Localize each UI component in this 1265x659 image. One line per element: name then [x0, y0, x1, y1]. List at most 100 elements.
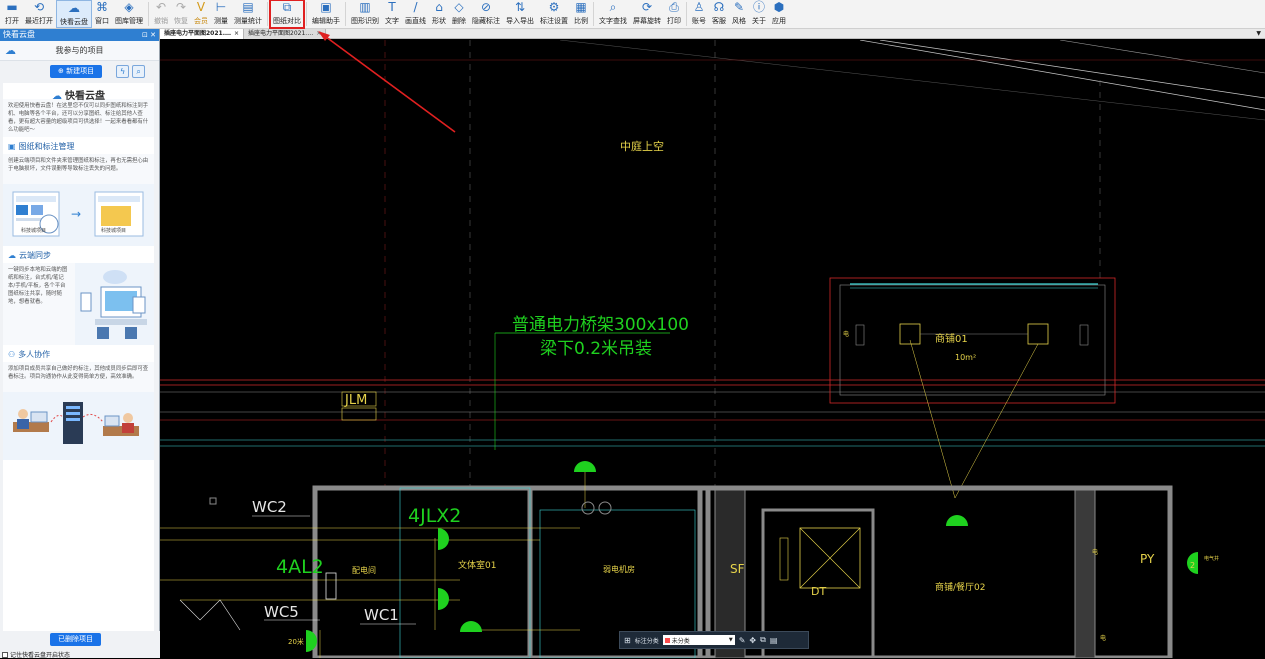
project-header: ☁ 我参与的项目 [0, 41, 159, 61]
panel-footer: 已删除项目 记住快看云盘开启状态 [0, 631, 160, 659]
collaboration-icon: ⚇ [8, 350, 16, 359]
chevron-down-icon: ▼ [728, 637, 733, 643]
illustration-svg: 科技城项目 → 科技城项目 [12, 191, 144, 237]
section-heading: 云端同步 [19, 251, 51, 260]
move-icon[interactable]: ✥ [749, 636, 756, 645]
svg-text:→: → [71, 207, 81, 221]
toolbar-button-edit-assistant[interactable]: ▣ 编辑助手 [309, 0, 343, 28]
panel-window-controls[interactable]: ⊡ ✕ [142, 29, 156, 41]
hide-annotation-icon: ⊘ [480, 0, 492, 14]
annotation-category-bar: ⊞ 标注分类 未分类 ▼ ✎ ✥ ⧉ ▤ [619, 631, 809, 649]
new-project-button[interactable]: ⊕ 新建项目 [50, 64, 103, 78]
edit-icon[interactable]: ✎ [739, 636, 746, 645]
toolbar-button-scale[interactable]: ▦ 比例 [571, 0, 591, 28]
close-icon[interactable]: × [316, 29, 321, 39]
toolbar-button-eraser[interactable]: ◇ 删除 [449, 0, 469, 28]
toolbar-button-rotate[interactable]: ⟳ 屏幕旋转 [630, 0, 664, 28]
cable-tray-label: 梁下0.2米吊装 [540, 339, 652, 359]
tab-drawing-1[interactable]: 插座电力平面图2021.… × [160, 29, 245, 39]
cloud-icon: ☁ [68, 1, 80, 15]
illus-label: 科技城项目 [21, 227, 46, 234]
main-toolbar: ▬ 打开 ⟲ 最近打开 ☁ 快看云盘 ⌘ 窗口 ◈ 图库管理 ↶ 撤销 ↷ 恢复 V 会员 ⊢ 测量 ▤ 测量统计 ⧉ 图… [0, 0, 1265, 29]
deleted-projects-button[interactable]: 已删除项目 [50, 633, 101, 646]
light-fixture [438, 528, 449, 550]
project-selector[interactable]: 我参与的项目 [0, 45, 159, 56]
toolbar-button-apps[interactable]: ⬢ 应用 [769, 0, 789, 28]
window-icon: ⌘ [96, 0, 108, 14]
fixture [209, 497, 217, 505]
toolbar-button-hide-annotation[interactable]: ⊘ 隐藏标注 [469, 0, 503, 28]
cloud-sync-illustration [75, 263, 154, 345]
sync-icon[interactable]: ϟ [116, 64, 130, 78]
toolbar-button-compare[interactable]: ⧉ 图纸对比 [269, 0, 305, 29]
rotate-icon: ⟳ [641, 0, 653, 14]
eraser-icon: ◇ [454, 0, 464, 14]
close-icon[interactable]: × [234, 29, 239, 39]
toolbar-button-import-export[interactable]: ⇅ 导入导出 [503, 0, 537, 28]
toolbar-button-style[interactable]: ✎ 风格 [729, 0, 749, 28]
light-fixture [438, 588, 449, 610]
panel-title-bar: 快看云盘 ⊡ ✕ [0, 29, 159, 41]
equipment [1079, 324, 1089, 346]
toolbar-button-label: 形状 [432, 17, 446, 25]
toolbar-button-text-search[interactable]: ⌕ 文字查找 [596, 0, 630, 28]
grid-icon[interactable]: ⊞ [624, 636, 631, 645]
undo-icon: ↶ [155, 0, 167, 14]
equipment [779, 537, 789, 581]
account-icon: ♙ [693, 0, 705, 14]
cad-drawing-canvas[interactable]: 商铺01 10m² 普通电力桥架300x100 梁下0.2米吊装 中庭上空 JL… [160, 40, 1265, 658]
category-dropdown[interactable]: 未分类 ▼ [662, 635, 735, 645]
panel-label: JLM [344, 393, 367, 408]
toolbar-button-label: 测量统计 [234, 17, 262, 25]
copy-icon[interactable]: ⧉ [760, 635, 766, 645]
search-icon[interactable]: ⌕ [132, 64, 146, 78]
toolbar-button-history[interactable]: ⟲ 最近打开 [22, 0, 56, 28]
toolbar-button-measure[interactable]: ⊢ 测量 [211, 0, 231, 28]
toolbar-button-vip[interactable]: V 会员 [191, 0, 211, 28]
edit-assistant-icon: ▣ [320, 0, 332, 14]
toolbar-button-cloud[interactable]: ☁ 快看云盘 [56, 0, 92, 28]
vip-icon: V [196, 0, 206, 14]
toolbar-button-label: 文字查找 [599, 17, 627, 25]
checkbox-box[interactable] [2, 651, 8, 658]
toolbar-button-label: 屏幕旋转 [633, 17, 661, 25]
tab-list-dropdown-icon[interactable]: ▼ [1256, 29, 1261, 39]
section-title-cloud-sync: ☁ 云端同步 [3, 246, 154, 263]
toolbar-button-label: 隐藏标注 [472, 17, 500, 25]
toolbar-button-folder-open[interactable]: ▬ 打开 [2, 0, 22, 28]
headset-icon: ☊ [713, 0, 725, 14]
toolbar-button-shape-recognition[interactable]: ▥ 图形识别 [348, 0, 382, 28]
toolbar-button-info[interactable]: ⓘ 关于 [749, 0, 769, 28]
brand-name: 快看云盘 [65, 91, 105, 102]
toolbar-button-redo[interactable]: ↷ 恢复 [171, 0, 191, 28]
toolbar-button-label: 标注设置 [540, 17, 568, 25]
toolbar-button-headset[interactable]: ☊ 客服 [709, 0, 729, 28]
scale-icon: ▦ [575, 0, 587, 14]
panel-label: 4AL2 [276, 556, 324, 578]
panel-title: 快看云盘 [3, 30, 35, 39]
tab-drawing-2[interactable]: 插座电力平面图2021.… × [244, 29, 327, 39]
panel-intro: ☁ 快看云盘 欢迎使用快看云盘！在这里您不仅可以同步图纸和标注到手机、电脑等各个平… [3, 83, 154, 631]
small-label: 电 [843, 330, 849, 338]
toolbar-button-annotation-settings[interactable]: ⚙ 标注设置 [537, 0, 571, 28]
toolbar-button-account[interactable]: ♙ 账号 [689, 0, 709, 28]
style-icon: ✎ [733, 0, 745, 14]
text-icon: T [388, 0, 396, 14]
toolbar-button-library[interactable]: ◈ 图库管理 [112, 0, 146, 28]
roof-line [1059, 40, 1265, 74]
cloud-side-panel: 快看云盘 ⊡ ✕ ☁ 我参与的项目 ⊕ 新建项目 ϟ ⌕ ☁ 快看云盘 欢迎使用快… [0, 29, 160, 659]
toolbar-button-label: 画直线 [405, 17, 426, 25]
equipment [899, 323, 921, 345]
toolbar-button-undo[interactable]: ↶ 撤销 [151, 0, 171, 28]
fixture-label: 20米 [288, 637, 304, 646]
fixture [581, 501, 595, 515]
toolbar-button-text[interactable]: T 文字 [382, 0, 402, 28]
toolbar-button-line[interactable]: / 画直线 [402, 0, 429, 28]
toolbar-button-shape[interactable]: ⌂ 形状 [429, 0, 449, 28]
cad-drawing: 商铺01 10m² 普通电力桥架300x100 梁下0.2米吊装 中庭上空 JL… [160, 40, 1265, 658]
toolbar-button-measure-stats[interactable]: ▤ 测量统计 [231, 0, 265, 28]
toolbar-button-print[interactable]: ⎙ 打印 [664, 0, 684, 28]
toolbar-button-window[interactable]: ⌘ 窗口 [92, 0, 112, 28]
list-icon[interactable]: ▤ [770, 636, 778, 645]
toolbar-separator [593, 2, 594, 26]
